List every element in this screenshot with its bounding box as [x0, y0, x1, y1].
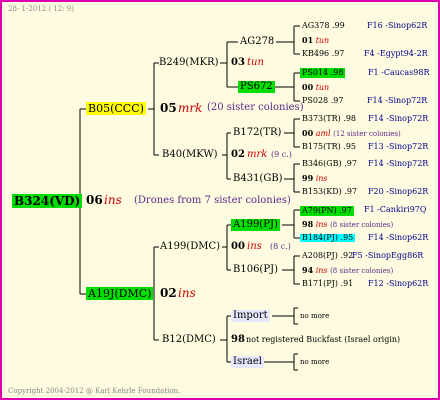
end-b171-loc: F12 -Sinop62R [368, 279, 429, 288]
end-b171[interactable]: B171(PJ) .91 [302, 280, 353, 288]
end-00-tun: 00 tun [302, 82, 330, 92]
end-b346-loc: F14 -Sinop72R [368, 159, 429, 168]
end-kb496-loc: F4 -Egypt94-2R [364, 49, 428, 58]
fmf-sisters: 00 aml (12 sister colonies) [302, 128, 401, 138]
end-b153-loc: F20 -Sinop62R [368, 187, 429, 196]
root-note: (Drones from 7 sister colonies) [134, 195, 291, 206]
fmf-id[interactable]: B172(TR) [233, 128, 281, 138]
end-ps028-loc: F14 -Sinop72R [367, 96, 428, 105]
fm-note: (9 c.) [271, 150, 292, 159]
mother-id[interactable]: A19J(DMC) [86, 287, 154, 300]
mmm-id[interactable]: Israel [231, 356, 264, 368]
end-ag378[interactable]: AG378 .99 [302, 22, 345, 30]
mother-year: 02 [160, 286, 177, 300]
end-b373[interactable]: B373(TR) .98 [302, 115, 356, 123]
ffm-id[interactable]: PS672 [238, 81, 275, 93]
root-sign: ins [104, 193, 122, 207]
father-note: (20 sister colonies) [207, 102, 304, 113]
mmm-no-more: no more [300, 358, 330, 366]
father-sign: mrk [178, 101, 203, 115]
end-a208[interactable]: A208(PJ) .92 [302, 252, 353, 260]
mm-year: 98 [231, 334, 245, 345]
mmf-id[interactable]: Import [231, 310, 270, 322]
ff-id[interactable]: B249(MKR) [159, 58, 218, 68]
end-b346[interactable]: B346(GB) .97 [302, 160, 357, 168]
fm-year: 02 [231, 149, 245, 160]
mmf-no-more: no more [300, 312, 330, 320]
mfm-sisters: 94 ins (8 sister colonies) [302, 265, 394, 275]
end-b175[interactable]: B175(TR) .95 [302, 143, 356, 151]
mfm-id[interactable]: B106(PJ) [233, 265, 278, 275]
end-b175-loc: F13 -Sinop72R [368, 142, 429, 151]
end-ag378-loc: F16 -Sinop62R [367, 21, 428, 30]
mm-note: not registered Buckfast (Israel origin) [246, 335, 401, 344]
copyright: Copyright 2004-2012 @ Karl Kehrle Founda… [8, 387, 181, 395]
fmm-id[interactable]: B431(GB) [233, 174, 283, 184]
end-a79-loc: F1 -Cankiri97Q [364, 205, 427, 214]
end-b184[interactable]: B184(PJ) .95 [300, 234, 356, 242]
mff-sisters: 98 ins (8 sister colonies) [302, 219, 394, 229]
fff-id[interactable]: AG278 [240, 37, 274, 47]
ff-sign: tun [247, 57, 264, 68]
end-01: 01 tun [302, 35, 330, 45]
fm-id[interactable]: B40(MKW) [162, 150, 218, 160]
mother-sign: ins [178, 286, 196, 300]
end-b153[interactable]: B153(KD) .97 [302, 188, 357, 196]
end-a208-loc: F5 -SinopEgg86R [352, 251, 424, 260]
mf-year: 00 [231, 241, 245, 252]
fm-sign: mrk [247, 149, 268, 160]
father-year: 05 [160, 101, 177, 115]
mf-sign: ins [247, 241, 262, 252]
end-b373-loc: F14 -Sinop72R [368, 114, 429, 123]
fmm-year: 99 ins [302, 173, 328, 183]
ff-year: 03 [231, 57, 245, 68]
end-ps014[interactable]: PS014 .98 [300, 68, 346, 78]
father-id[interactable]: B05(CCC) [86, 102, 146, 115]
root-queen-id[interactable]: B324(VD) [12, 194, 83, 208]
mff-id[interactable]: A199(PJ) [231, 219, 280, 231]
pedigree-frame: 28- 1-2012 ( 12: 9) Copyright 2004-2012 … [0, 0, 440, 400]
mf-note: (8 c.) [270, 242, 291, 251]
end-a79[interactable]: A79(PN) .97 [300, 206, 354, 216]
mf-id[interactable]: A199(DMC) [160, 242, 220, 252]
end-kb496[interactable]: KB496 .97 [302, 50, 344, 58]
print-date: 28- 1-2012 ( 12: 9) [8, 5, 74, 13]
root-year: 06 [86, 193, 103, 207]
mm-id[interactable]: B12(DMC) [162, 335, 216, 345]
end-ps014-loc: F1 -Caucas98R [368, 68, 430, 77]
end-ps028[interactable]: PS028 .97 [302, 97, 343, 105]
end-b184-loc: F14 -Sinop62R [368, 233, 429, 242]
